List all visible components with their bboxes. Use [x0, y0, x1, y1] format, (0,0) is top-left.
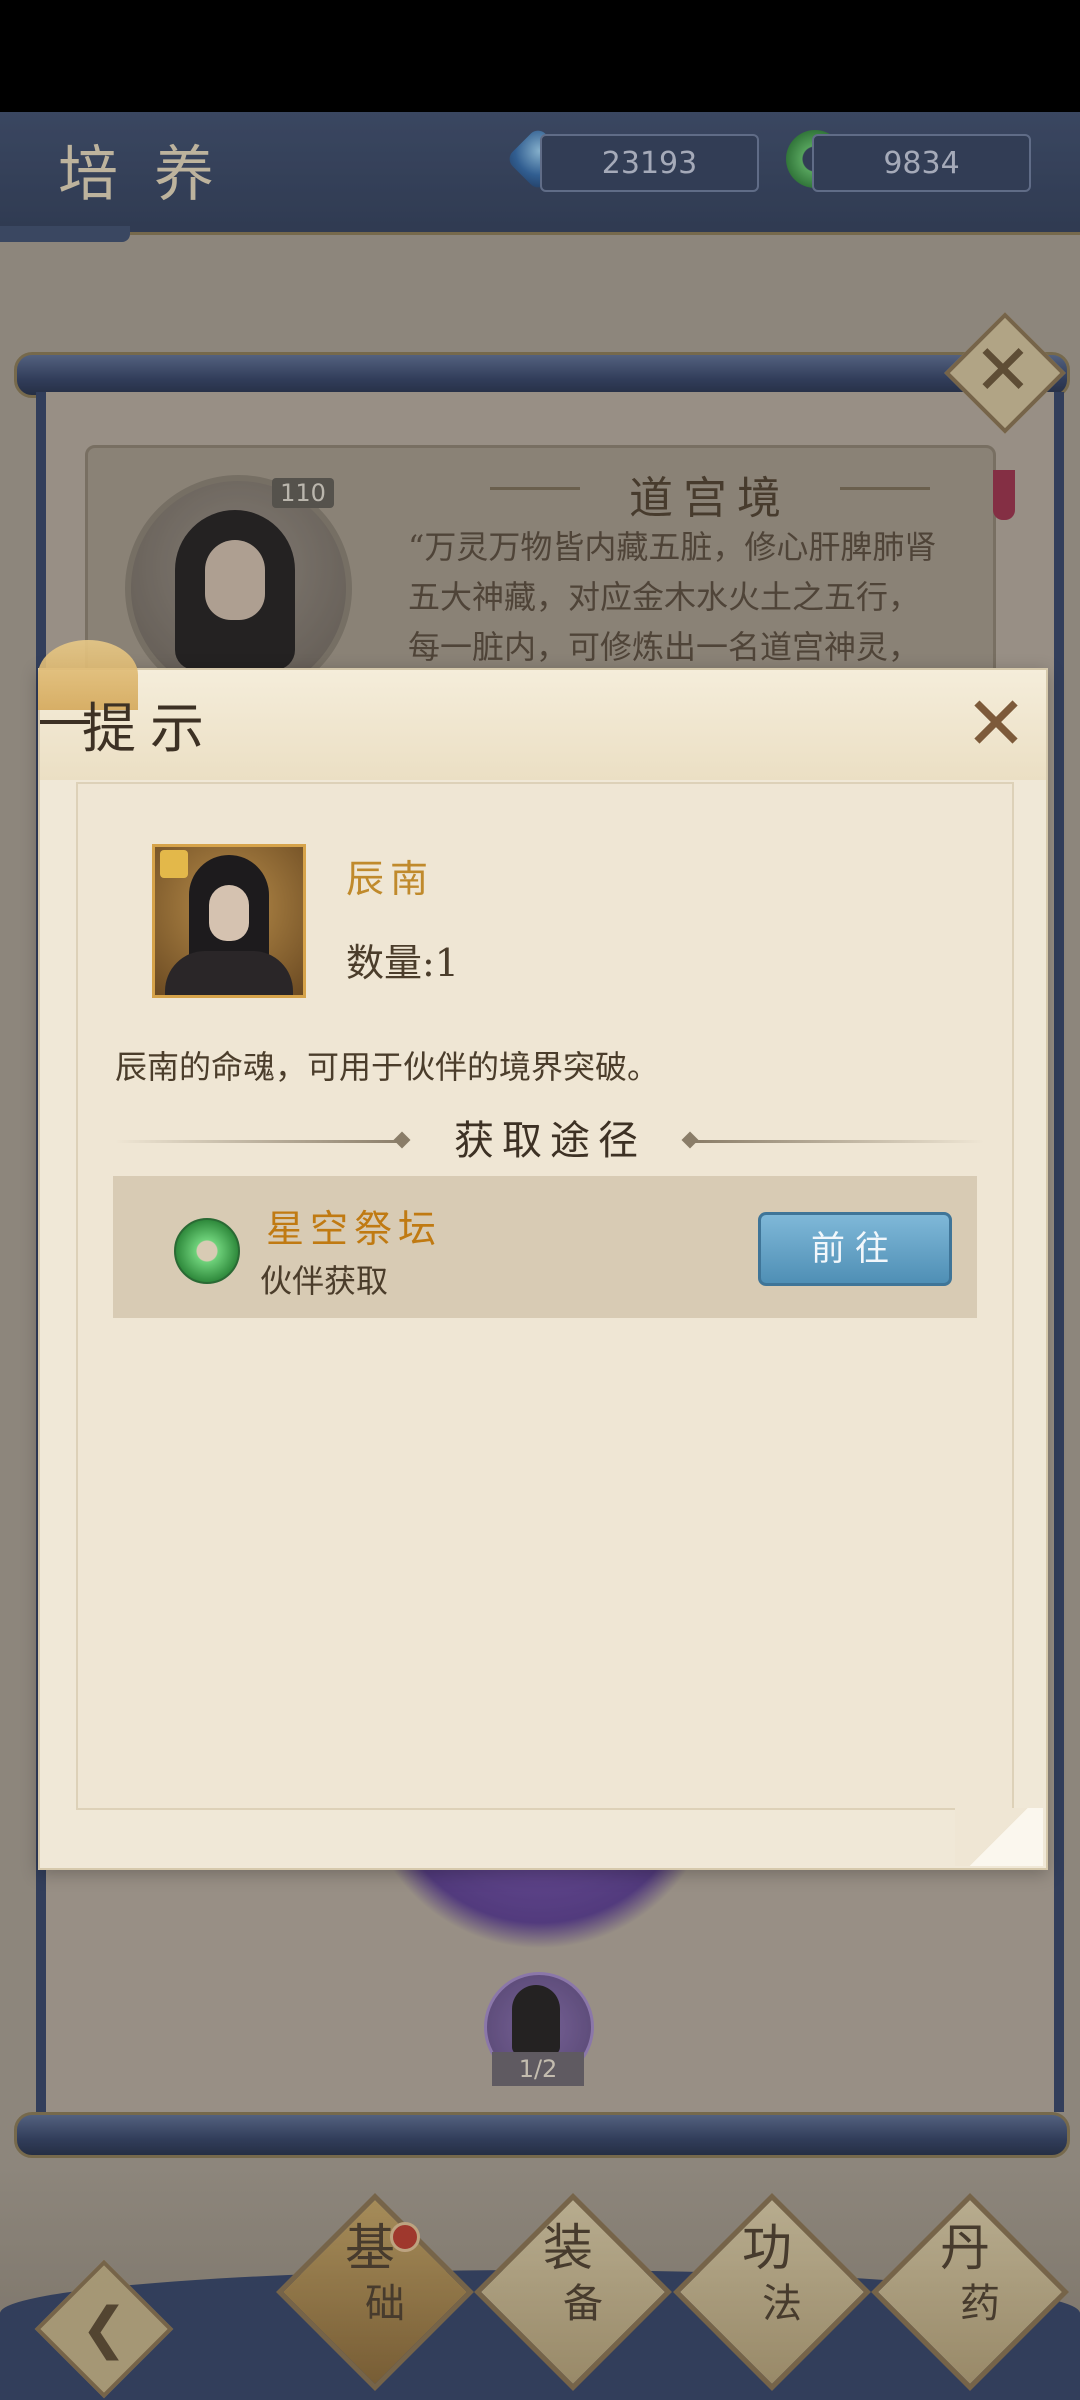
dialog-title: 提示 — [82, 697, 218, 760]
item-portrait-face — [209, 885, 249, 941]
item-description: 辰南的命魂，可用于伙伴的境界突破。 — [115, 1048, 660, 1086]
dialog-close-button[interactable]: ✕ — [958, 684, 1034, 764]
route-subtitle: 伙伴获取 — [260, 1262, 389, 1300]
status-bar — [0, 0, 1080, 112]
route-name: 星空祭坛 — [266, 1207, 443, 1251]
route-divider-right — [694, 1140, 984, 1143]
go-button[interactable]: 前往 — [758, 1212, 952, 1286]
item-quantity: 数量:1 — [346, 941, 459, 985]
item-name: 辰南 — [346, 857, 435, 901]
item-portrait-robe — [165, 951, 293, 995]
route-section-title: 获取途径 — [454, 1118, 646, 1164]
jade-coin-icon — [174, 1218, 240, 1284]
route-divider-left — [115, 1140, 405, 1143]
puzzle-piece-icon — [160, 850, 188, 878]
page-curl-decoration — [955, 1808, 1043, 1866]
